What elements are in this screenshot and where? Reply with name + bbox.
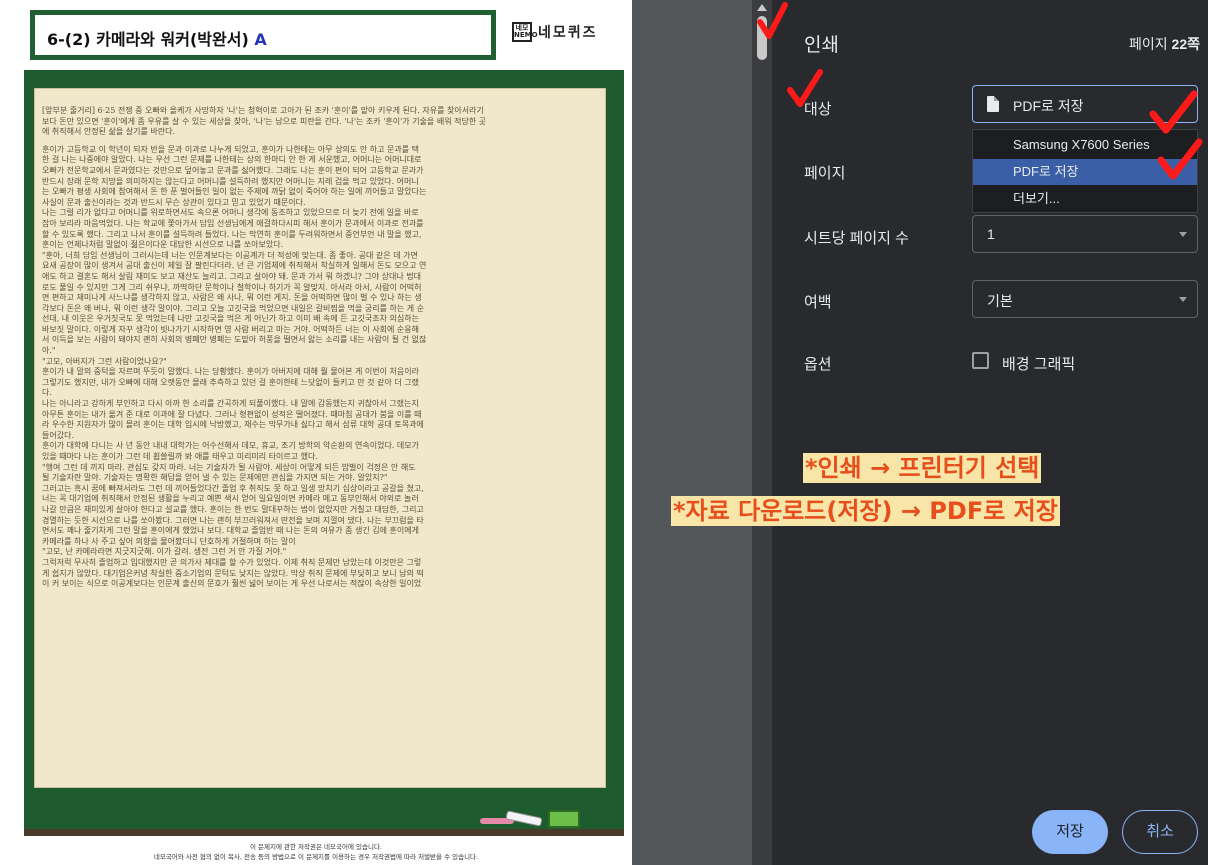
passage-line: 선대, 내 이웃은 우거짓국도 못 먹었는데 나만 고깃국을 먹은 게 어닌가 … bbox=[42, 314, 419, 324]
passage-line: 할 수 있도록 했다. 그리고 나서 훈이를 설득하려 들었다. 나는 막연히 … bbox=[42, 229, 422, 239]
passage-line: 사실이 문과 출신이라는 것과 반드시 무슨 상관이 있다고 믿고 있었기 때문… bbox=[42, 197, 306, 207]
passage-line: 잡아 보리라 마음먹었다. 나는 학교에 쫓아가서 담임 선생님에게 애걸하다시… bbox=[42, 218, 424, 228]
margins-label: 여백 bbox=[804, 294, 832, 311]
passage-text: [앞부분 줄거리] 6·25 전쟁 중 오빠와 올케가 사망하자 '나'는 청혁… bbox=[42, 106, 594, 590]
passage-line: 로도 풀일 수 있지만 그게 그리 쉬우냐, 까딱하단 문학이나 철학이나 하기… bbox=[42, 282, 422, 292]
print-title: 인쇄 bbox=[804, 35, 839, 56]
passage-line: 면서도 꽤나 줄기차게 그런 말을 훈이에게 했었나 보다. 대학교 졸업반 때… bbox=[42, 526, 419, 536]
margins-value: 기본 bbox=[987, 293, 1013, 309]
check-mark-icon bbox=[1157, 138, 1203, 180]
passage-line: 는 오빠가 평생 사회에 참여해서 돈 한 푼 벌어들인 일이 없는 주제에 까… bbox=[42, 187, 427, 197]
passage-line bbox=[42, 138, 594, 145]
dropdown-option-more[interactable]: 더보기... bbox=[973, 186, 1197, 212]
passage-line: 한 걸 나는 나중에야 알았다. 나는 우선 그런 문제를 나한테는 상의 한마… bbox=[42, 155, 422, 165]
worksheet-title-box: 6-(2) 카메라와 워커(박완서) A bbox=[30, 10, 496, 60]
passage-line: 아무튼 훈이는 내가 옮겨 준 대로 이과에 잘 다녔다. 그러나 형편없이 성… bbox=[42, 409, 422, 419]
passage-line: 그럭저럭 무사히 졸업하고 입대했지만 곧 의가사 제대를 할 수가 있었다. … bbox=[42, 557, 422, 567]
background-graphics-label[interactable]: 배경 그래픽 bbox=[1002, 353, 1075, 374]
annotation-note-save-pdf: *자료 다운로드(저장) → PDF로 저장 bbox=[671, 496, 1060, 526]
passage-line: 라 우수한 지원자가 많이 몰려 훈이는 대학 입시에 낙방했고, 재수는 막무… bbox=[42, 420, 424, 430]
brand: 네모 NEMO 네모퀴즈 bbox=[512, 22, 598, 42]
chevron-down-icon bbox=[1179, 232, 1187, 237]
passage-line: "고모, 난 카메라라면 지긋지긋해. 이가 갈려. 생전 그런 거 안 가질 … bbox=[42, 547, 287, 557]
check-mark-icon bbox=[787, 69, 823, 107]
passage-line: 훈이가 고등학교 이 학년이 되자 반을 문과 이과로 나누게 되었고, 훈이가… bbox=[42, 144, 419, 154]
passage-line: 게 쉽지가 않았다. 대기업은커녕 착실한 중소기업의 문턱도 낮지는 않았다.… bbox=[42, 568, 424, 578]
annotation-note-print: *인쇄 → 프린터기 선택 bbox=[803, 453, 1042, 483]
chalkboard-rail bbox=[24, 829, 624, 836]
preview-scrollbar[interactable] bbox=[752, 0, 772, 865]
passage-line: "훈아, 너희 담임 선생님이 그러시는데 너는 인문계보다는 이공계가 더 적… bbox=[42, 250, 418, 260]
preview-page: 6-(2) 카메라와 워커(박완서) A 네모 NEMO 네모퀴즈 [앞부분 줄거… bbox=[0, 0, 632, 865]
passage-line: 훈이가 내 말의 중턱을 자르며 뚜듯이 말했다. 나는 당황했다. 훈이가 아… bbox=[42, 367, 419, 377]
passage-line: "고모, 아버지가 그런 사람이었나요?" bbox=[42, 356, 167, 366]
passage-line: 이 커 보이는 식으로 이공계보다는 인문계 출신의 문호가 훨씬 넓어 보이는… bbox=[42, 579, 422, 589]
footer-line: 네모국어와 사전 협의 없이 복사, 전송 등의 방법으로 이 문제지를 이용하… bbox=[153, 853, 479, 861]
passage-line: 그렇기도 했지만, 내가 오빠에 대해 오랫동안 몰래 추측하고 있던 걸 훈이… bbox=[42, 377, 419, 387]
footer-line: 이 문제지에 관한 저작권은 네모국어에 있습니다. bbox=[250, 843, 382, 851]
pages-per-sheet-label: 시트당 페이지 수 bbox=[804, 230, 909, 247]
save-button[interactable]: 저장 bbox=[1032, 810, 1108, 854]
passage-line: 에 취직해서 안정된 삶을 살기를 바란다. bbox=[42, 127, 176, 137]
passage-line: 훈이가 대학에 다니는 사 년 동안 내내 대학가는 어수선해서 데모, 휴교,… bbox=[42, 441, 419, 451]
passage-line: 있을 때마다 나는 훈이가 그런 데 휩쓸릴까 봐 애를 태우고 미리미리 타이… bbox=[42, 452, 318, 461]
print-preview-area: 6-(2) 카메라와 워커(박완서) A 네모 NEMO 네모퀴즈 [앞부분 줄거… bbox=[0, 0, 752, 865]
passage-line: 요새 공장이 많이 생겨서 공대 출신이 제일 잘 팔린다더라. 넌 큰 기업체… bbox=[42, 261, 427, 271]
passage-line: 각보다 돈은 왜 버나, 뭐 이런 생각 말이야. 그리고 오늘 고깃국을 먹었… bbox=[42, 303, 425, 313]
passage-line: [앞부분 줄거리] 6·25 전쟁 중 오빠와 올케가 사망하자 '나'는 청혁… bbox=[42, 106, 484, 115]
passage-line: 반드시 장래 문학 지망을 의미하지는 않는다고 어머니를 설득하려 했지만 어… bbox=[42, 176, 419, 186]
passage-line: 면 편하고 재미나게 사느냐를 생각하지 않고, 사람은 왜 사나, 뭐 이런 … bbox=[42, 293, 422, 303]
destination-value: PDF로 저장 bbox=[1013, 98, 1084, 114]
passage-line: 다. bbox=[42, 388, 52, 398]
passage-line: 너는 꼭 대기업에 취직해서 안정된 생활을 누리고 예쁜 색시 얻어 일요일이… bbox=[42, 494, 419, 504]
pages-per-sheet-select[interactable]: 1 bbox=[972, 215, 1198, 253]
check-mark-icon bbox=[1149, 90, 1198, 134]
passage-line: 경멸하는 듯한 시선으로 나를 쏘아봤다. 그러면 나는 괜히 부끄러워져서 딴… bbox=[42, 515, 424, 525]
chevron-down-icon bbox=[1179, 297, 1187, 302]
options-label: 옵션 bbox=[804, 356, 832, 373]
worksheet-version: A bbox=[254, 30, 267, 49]
passage-line: 서 이득을 보는 사람이 돼야지 괜히 사회의 병폐만 병폐는 도맡아 허풍을 … bbox=[42, 335, 427, 345]
passage-line: 카메라를 하나 사 주고 싶어 의향을 물어봤더니 단호하게 거절하며 하는 말… bbox=[42, 536, 296, 546]
brand-logo-icon: 네모 NEMO bbox=[512, 22, 538, 42]
passage-line: 아." bbox=[42, 346, 56, 356]
print-settings-panel: 인쇄 페이지 22쪽 대상 PDF로 저장 Samsung X7600 Seri… bbox=[772, 0, 1208, 865]
passage-line: 보다 돈만 있으면 '훈이'에게 좀 우유를 살 수 있는 세상을 찾아, '나… bbox=[42, 116, 487, 126]
passage-line: 나갈 만큼은 재미있게 살아야 한다고 설교를 했다. 훈이는 한 번도 말대꾸… bbox=[42, 504, 424, 514]
cancel-button[interactable]: 취소 bbox=[1122, 810, 1198, 854]
passage-line: 나는 그럴 리가 없다고 어머니를 위로하면서도 속으론 어머니 생각에 동조하… bbox=[42, 208, 419, 218]
passage-line: 들어갔다. bbox=[42, 430, 74, 440]
pages-per-sheet-value: 1 bbox=[987, 226, 995, 242]
passage-line: 될 기술자란 말야. 기술자는 명확한 해답을 얻어 낼 수 있는 문제에만 관… bbox=[42, 473, 388, 483]
check-mark-icon bbox=[757, 2, 788, 39]
pages-label: 페이지 bbox=[804, 165, 846, 182]
passage-line: 그러고는 흑시 꿈에 빠져서라도 그런 데 끼어들었다간 졸업 후 취직도 못 … bbox=[42, 483, 424, 493]
margins-select[interactable]: 기본 bbox=[972, 280, 1198, 318]
document-icon bbox=[987, 96, 999, 112]
passage-line: 오빠가 전문학교에서 문과였다는 것만으로 덮어놓고 문과를 싫어했다. 그래도… bbox=[42, 165, 424, 175]
passage-line: 나는 아니라고 강하게 부인하고 다시 아까 한 소리를 간곡하게 되풀이했다.… bbox=[42, 399, 419, 409]
passage-line: 바보짓 말이다. 이렇게 자꾸 생각이 빗나가기 시작하면 영 사람 버리고 마… bbox=[42, 324, 419, 334]
copyright-footer: 이 문제지에 관한 저작권은 네모국어에 있습니다. 네모국어와 사전 협의 없… bbox=[0, 842, 632, 862]
passage-line: "행여 그런 데 끼지 마라. 관심도 갖지 마라. 너는 기술자가 될 사람야… bbox=[42, 462, 416, 472]
brand-name: 네모퀴즈 bbox=[538, 25, 598, 41]
worksheet-title: 6-(2) 카메라와 워커(박완서) A bbox=[47, 30, 267, 49]
passage-line: 훈이는 언제나처럼 말없이 젊은이다운 대담한 시선으로 나를 쏘아보았다. bbox=[42, 240, 284, 250]
background-graphics-checkbox[interactable] bbox=[972, 352, 989, 369]
page-count: 페이지 22쪽 bbox=[1129, 36, 1200, 52]
passage-line: 애도 하고 결혼도 해서 살림 재미도 보고 재산도 늘리고. 그리고 살아야 … bbox=[42, 271, 421, 281]
